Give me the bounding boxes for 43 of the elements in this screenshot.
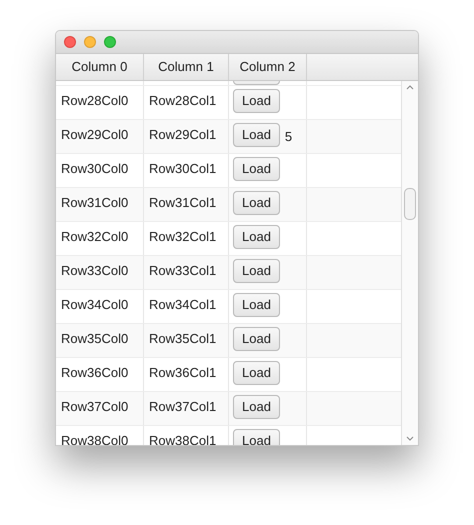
table-cell: Row36Col0 bbox=[61, 365, 128, 380]
load-button[interactable]: Load bbox=[233, 157, 280, 181]
scrollbar[interactable] bbox=[401, 81, 418, 445]
table-cell: Row30Col1 bbox=[149, 161, 216, 176]
table-cell: Row35Col0 bbox=[61, 331, 128, 346]
column-header[interactable]: Column 2 bbox=[229, 54, 307, 80]
table-cell: Row37Col1 bbox=[149, 399, 216, 414]
table-cell: Row35Col1 bbox=[149, 331, 216, 346]
table-cell: Row30Col0 bbox=[61, 161, 128, 176]
table-cell: Row38Col1 bbox=[149, 433, 216, 445]
load-button[interactable]: Load bbox=[233, 395, 280, 419]
count-label: 5 bbox=[284, 128, 292, 146]
load-button[interactable]: Load bbox=[233, 327, 280, 351]
table-cell: Row28Col1 bbox=[149, 93, 216, 108]
column-header[interactable]: Column 1 bbox=[144, 54, 229, 80]
table-cell: Row37Col0 bbox=[61, 399, 128, 414]
table-cell: Row33Col1 bbox=[149, 263, 216, 278]
table-cell: Row31Col0 bbox=[61, 195, 128, 210]
table-cell: Row34Col0 bbox=[61, 297, 128, 312]
minimize-button[interactable] bbox=[84, 36, 96, 48]
zoom-button[interactable] bbox=[104, 36, 116, 48]
table-cell: Row28Col0 bbox=[61, 93, 128, 108]
column-header[interactable]: Column 0 bbox=[56, 54, 144, 80]
load-button[interactable]: Load bbox=[233, 89, 280, 113]
table-cell: Row32Col0 bbox=[61, 229, 128, 244]
scroll-up-icon[interactable] bbox=[406, 85, 414, 90]
table-cell: Row34Col1 bbox=[149, 297, 216, 312]
load-button[interactable]: Load bbox=[233, 361, 280, 385]
scroll-down-icon[interactable] bbox=[406, 436, 414, 441]
table-cell: Row31Col1 bbox=[149, 195, 216, 210]
table-cell: Row32Col1 bbox=[149, 229, 216, 244]
table-cell: Row33Col0 bbox=[61, 263, 128, 278]
load-button[interactable]: Load bbox=[233, 293, 280, 317]
load-button[interactable]: Load bbox=[233, 191, 280, 215]
load-button[interactable]: Load bbox=[233, 225, 280, 249]
table-cell: Row29Col0 bbox=[61, 127, 128, 142]
table-cell: Row36Col1 bbox=[149, 365, 216, 380]
table-cell: Row38Col0 bbox=[61, 433, 128, 445]
scroll-thumb[interactable] bbox=[404, 188, 416, 220]
load-button[interactable]: Load bbox=[233, 123, 280, 147]
load-button[interactable]: Load bbox=[233, 259, 280, 283]
table-cell: Row29Col1 bbox=[149, 127, 216, 142]
close-button[interactable] bbox=[64, 36, 76, 48]
